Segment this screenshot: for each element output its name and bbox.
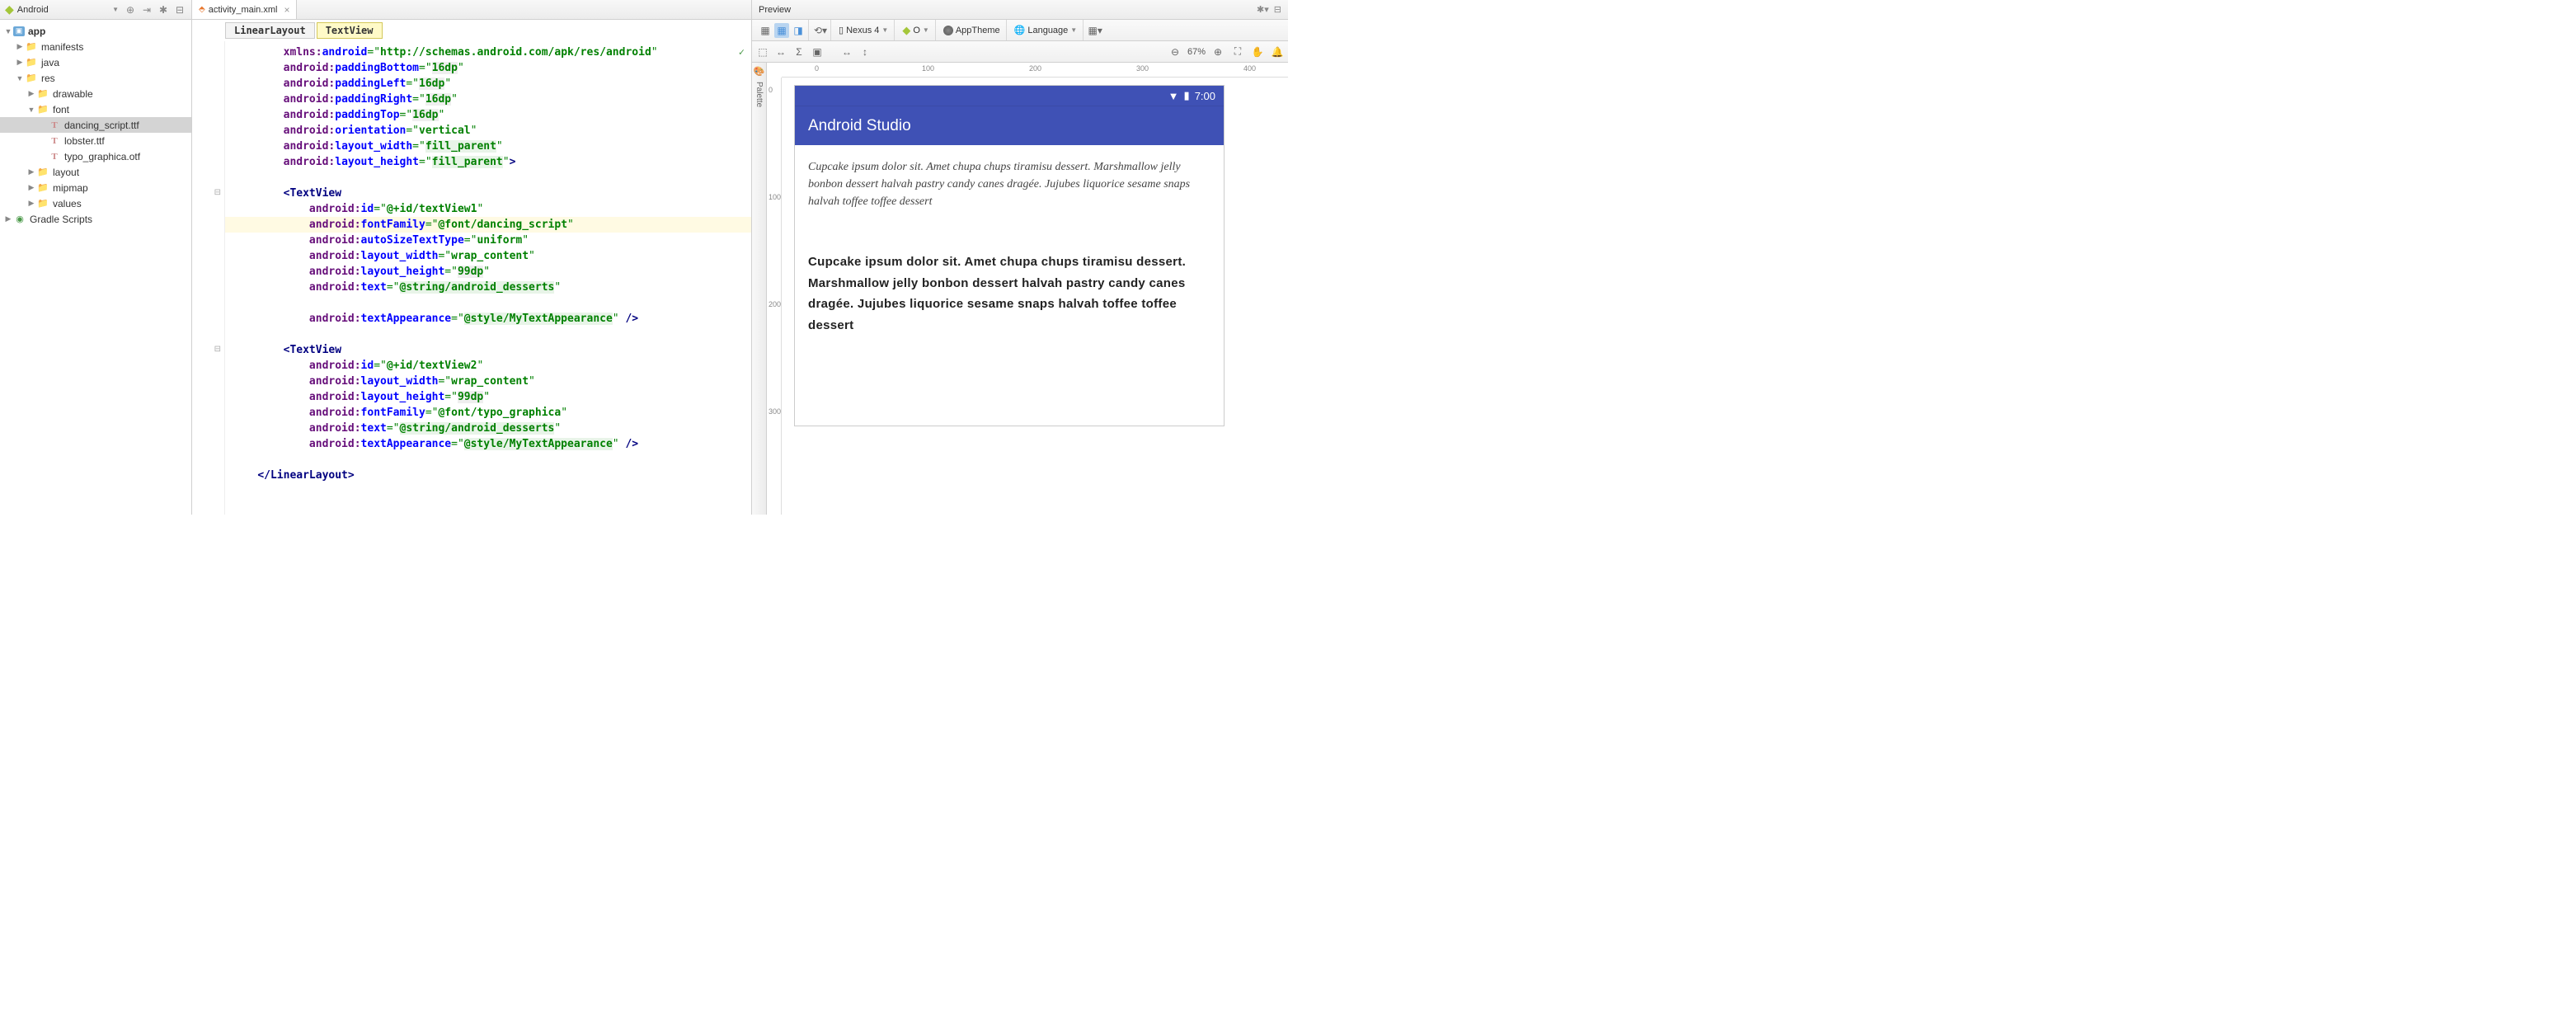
android-icon: ◆ xyxy=(5,2,14,16)
zoom-fit-icon[interactable]: ⛶ xyxy=(1230,45,1245,59)
editor-panel: ⬘ activity_main.xml × LinearLayout TextV… xyxy=(192,0,751,515)
editor-tabs: ⬘ activity_main.xml × xyxy=(192,0,751,20)
hide-icon[interactable]: ⊟ xyxy=(1274,4,1281,15)
expand-v-icon[interactable]: ↕ xyxy=(858,45,872,59)
battery-icon: ▮ xyxy=(1184,89,1190,102)
language-selector[interactable]: 🌐 Language▼ xyxy=(1011,25,1081,35)
palette-icon: 🎨 xyxy=(754,66,765,77)
device-frame: ▼ ▮ 7:00 Android Studio Cupcake ipsum do… xyxy=(795,86,1224,426)
tree-font[interactable]: ▼📁font xyxy=(0,101,191,117)
variants-icon[interactable]: ▦▾ xyxy=(1088,23,1102,38)
select-icon[interactable]: ⬚ xyxy=(755,45,770,59)
tree-layout[interactable]: ▶📁layout xyxy=(0,164,191,180)
blueprint-view-icon[interactable]: ▦ xyxy=(774,23,789,38)
textview2-preview[interactable]: Cupcake ipsum dolor sit. Amet chupa chup… xyxy=(808,252,1210,336)
tree-app[interactable]: ▼▣app xyxy=(0,23,191,39)
status-time: 7:00 xyxy=(1195,90,1215,102)
zoom-in-icon[interactable]: ⊕ xyxy=(1210,45,1225,59)
inspection-ok-icon[interactable]: ✓ xyxy=(739,45,745,60)
tree-mipmap[interactable]: ▶📁mipmap xyxy=(0,180,191,195)
device-selector[interactable]: ▯ Nexus 4▼ xyxy=(835,25,891,35)
tree-res[interactable]: ▼📁res xyxy=(0,70,191,86)
api-selector[interactable]: ◆ O▼ xyxy=(899,24,932,37)
device-content: Cupcake ipsum dolor sit. Amet chupa chup… xyxy=(795,145,1224,426)
notifications-icon[interactable]: 🔔 xyxy=(1270,45,1285,59)
project-toolbar: ◆ Android ▼ ⊕ ⇥ ✱ ⊟ xyxy=(0,0,191,20)
tree-lobster[interactable]: Tlobster.ttf xyxy=(0,133,191,148)
tree-typo-graphica[interactable]: Ttypo_graphica.otf xyxy=(0,148,191,164)
code-editor[interactable]: ✓ xmlns:android="http://schemas.android.… xyxy=(225,41,751,515)
editor-gutter[interactable]: ⊟ ⊟ xyxy=(192,41,225,515)
preview-toolbar-2: ⬚ ↔ Σ ▣ ↔ ↕ ⊖ 67% ⊕ ⛶ ✋ 🔔 xyxy=(752,41,1288,63)
tree-gradle-scripts[interactable]: ▶◉Gradle Scripts xyxy=(0,211,191,227)
tree-dancing-script[interactable]: Tdancing_script.ttf xyxy=(0,117,191,133)
zoom-level[interactable]: 67% xyxy=(1187,47,1206,57)
theme-icon xyxy=(943,26,953,35)
status-bar: ▼ ▮ 7:00 xyxy=(795,86,1224,106)
fold-marker-icon[interactable]: ⊟ xyxy=(214,345,221,354)
breadcrumb-textview[interactable]: TextView xyxy=(317,22,383,39)
textview1-preview[interactable]: Cupcake ipsum dolor sit. Amet chupa chup… xyxy=(808,158,1210,210)
xml-file-icon: ⬘ xyxy=(199,5,205,14)
tab-close-icon[interactable]: × xyxy=(284,4,289,16)
palette-strip[interactable]: 🎨 Palette xyxy=(752,63,767,515)
breadcrumb-bar: LinearLayout TextView xyxy=(192,20,751,41)
tree-java[interactable]: ▶📁java xyxy=(0,54,191,70)
preview-header: Preview ✱▾ ⊟ xyxy=(752,0,1288,20)
preview-body: 🎨 Palette 0 100 200 300 400 0 100 200 30… xyxy=(752,63,1288,515)
expand-h-icon[interactable]: ↔ xyxy=(839,45,854,59)
editor-body: ⊟ ⊟ ✓ xmlns:android="http://schemas.andr… xyxy=(192,41,751,515)
project-view-selector[interactable]: Android xyxy=(17,5,112,15)
collapse-icon[interactable]: ⇥ xyxy=(140,3,153,16)
target-icon[interactable]: ⊕ xyxy=(124,3,137,16)
both-view-icon[interactable]: ◨ xyxy=(791,23,806,38)
gear-icon[interactable]: ✱▾ xyxy=(1257,4,1269,15)
gear-icon[interactable]: ✱ xyxy=(157,3,170,16)
orientation-icon[interactable]: ⟲▾ xyxy=(813,23,828,38)
pan-icon[interactable]: ↔ xyxy=(773,45,788,59)
globe-icon: 🌐 xyxy=(1014,25,1026,35)
toggle-icon[interactable]: ▣ xyxy=(810,45,825,59)
app-bar-title: Android Studio xyxy=(808,117,911,135)
tree-manifests[interactable]: ▶📁manifests xyxy=(0,39,191,54)
design-view-icon[interactable]: ▦ xyxy=(758,23,773,38)
editor-tab-activity-main[interactable]: ⬘ activity_main.xml × xyxy=(192,0,297,19)
preview-panel: Preview ✱▾ ⊟ ▦ ▦ ◨ ⟲▾ ▯ Nexus 4▼ xyxy=(751,0,1288,515)
tree-values[interactable]: ▶📁values xyxy=(0,195,191,211)
app-bar: Android Studio xyxy=(795,106,1224,145)
design-canvas[interactable]: ▼ ▮ 7:00 Android Studio Cupcake ipsum do… xyxy=(782,78,1288,515)
palette-label: Palette xyxy=(754,82,764,107)
zoom-out-icon[interactable]: ⊖ xyxy=(1168,45,1182,59)
android-icon: ◆ xyxy=(902,24,910,37)
fold-marker-icon[interactable]: ⊟ xyxy=(214,188,221,197)
breadcrumb-linearlayout[interactable]: LinearLayout xyxy=(225,22,315,39)
wifi-icon: ▼ xyxy=(1168,90,1179,102)
theme-selector[interactable]: AppTheme xyxy=(940,26,1004,35)
pan-hand-icon[interactable]: ✋ xyxy=(1250,45,1265,59)
ruler-horizontal: 0 100 200 300 400 xyxy=(782,63,1288,78)
preview-title: Preview xyxy=(759,5,791,15)
hide-icon[interactable]: ⊟ xyxy=(173,3,186,16)
project-tree: ▼▣app ▶📁manifests ▶📁java ▼📁res ▶📁drawabl… xyxy=(0,20,191,230)
preview-toolbar-1: ▦ ▦ ◨ ⟲▾ ▯ Nexus 4▼ ◆ O▼ xyxy=(752,20,1288,41)
dropdown-arrow-icon[interactable]: ▼ xyxy=(112,6,119,13)
tab-filename: activity_main.xml xyxy=(209,5,278,15)
project-panel: ◆ Android ▼ ⊕ ⇥ ✱ ⊟ ▼▣app ▶📁manifests ▶📁… xyxy=(0,0,192,515)
ruler-vertical: 0 100 200 300 xyxy=(767,78,782,515)
tree-drawable[interactable]: ▶📁drawable xyxy=(0,86,191,101)
sigma-icon[interactable]: Σ xyxy=(792,45,806,59)
phone-icon: ▯ xyxy=(839,25,844,35)
